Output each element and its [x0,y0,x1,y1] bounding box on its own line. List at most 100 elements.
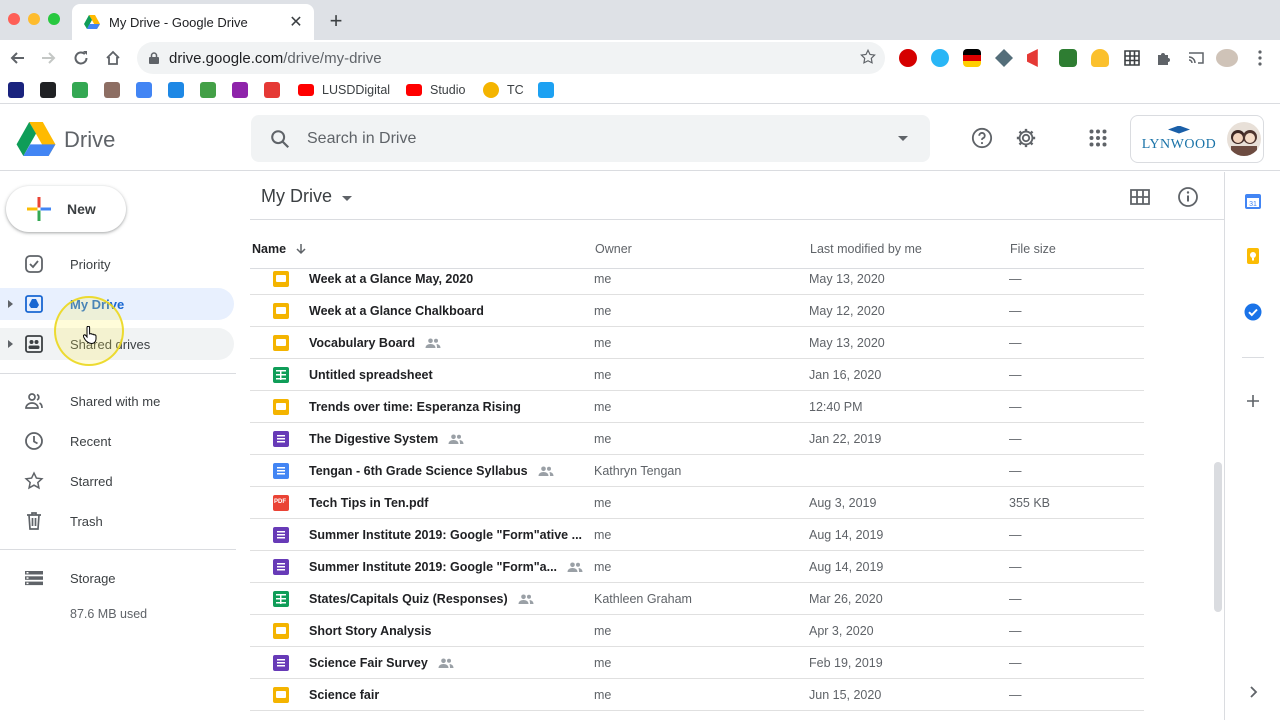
file-row[interactable]: Untitled spreadsheet me Jan 16, 2020 — [250,359,1144,391]
column-header-file-size[interactable]: File size [1010,242,1056,256]
search-bar[interactable]: Search in Drive [251,115,930,162]
info-icon[interactable] [1177,186,1199,208]
sidebar-item-storage[interactable]: Storage [0,562,234,594]
bookmark-star-icon[interactable] [859,48,877,66]
extension-green-icon[interactable] [1059,49,1077,67]
bookmark-item[interactable]: TC [483,81,524,99]
chevron-right-icon[interactable] [1244,683,1262,701]
bookmark-item[interactable] [168,81,192,99]
file-row[interactable]: Summer Institute 2019: Google "Form"a...… [250,551,1144,583]
location-menu[interactable]: My Drive [261,186,352,207]
file-row[interactable]: States/Capitals Quiz (Responses) Kathleen… [250,583,1144,615]
extension-cloud-icon[interactable] [931,49,949,67]
tab-title: My Drive - Google Drive [109,14,248,30]
file-row[interactable]: Week at a Glance May, 2020 me May 13, 2020… [250,263,1144,295]
bookmark-item[interactable] [104,81,128,99]
file-row[interactable]: PDF Tech Tips in Ten.pdf me Aug 3, 2019 355 … [250,487,1144,519]
browser-tab-my-drive[interactable]: My Drive - Google Drive ✕ [72,4,314,40]
file-row[interactable]: Science Fair Survey me Feb 19, 2019 — [250,647,1144,679]
sidebar-item-recent[interactable]: Recent [0,425,234,457]
bookmark-item[interactable] [8,81,32,99]
extension-opera-icon[interactable] [899,49,917,67]
bookmark-label: LUSDDigital [322,83,391,97]
column-header-name[interactable]: Name [252,242,307,256]
address-bar[interactable]: drive.google.com/drive/my-drive [137,42,885,74]
settings-button[interactable] [1014,126,1038,150]
file-row[interactable]: Week at a Glance Chalkboard me May 12, 202… [250,295,1144,327]
forms-file-icon [273,654,289,671]
file-size: — [1009,655,1022,670]
support-button[interactable] [970,126,994,150]
bookmark-item[interactable] [40,81,64,99]
cast-icon[interactable] [1187,49,1205,67]
avatar[interactable] [1227,122,1261,156]
extension-grid-icon[interactable] [1123,49,1141,67]
account-switcher[interactable]: LYNWOOD [1130,115,1264,163]
file-row[interactable]: The Digestive System me Jan 22, 2019 — [250,423,1144,455]
sidebar-item-shared-with-me[interactable]: Shared with me [0,385,234,417]
column-header-owner[interactable]: Owner [595,242,632,256]
expand-caret-icon[interactable] [8,300,13,308]
new-tab-button[interactable]: + [325,8,347,34]
file-row[interactable]: Science fair me Jun 15, 2020 — [250,679,1144,711]
file-name: Tengan - 6th Grade Science Syllabus [309,464,554,478]
bookmark-item[interactable] [200,81,224,99]
drive-wordmark[interactable]: Drive [64,127,115,153]
window-minimize-button[interactable] [28,13,40,25]
file-row[interactable]: Tengan - 6th Grade Science Syllabus Kathr… [250,455,1144,487]
bookmark-item[interactable] [136,81,160,99]
bookmark-item[interactable] [72,81,96,99]
column-header-last-modified[interactable]: Last modified by me [810,242,922,256]
file-row[interactable]: Summer Institute 2019: Google "Form"ativ… [250,519,1144,551]
search-input[interactable]: Search in Drive [307,130,898,148]
sidebar-item-priority[interactable]: Priority [0,248,234,280]
window-zoom-button[interactable] [48,13,60,25]
tasks-icon[interactable] [1244,303,1262,321]
extensions-puzzle-icon[interactable] [1155,49,1173,67]
file-row[interactable]: Trends over time: Esperanza Rising me 12:4… [250,391,1144,423]
sort-arrow-down-icon[interactable] [295,243,307,255]
sidebar-item-trash[interactable]: Trash [0,505,234,537]
search-options-icon[interactable] [898,136,908,141]
file-owner: me [594,303,612,318]
star-icon [24,471,44,490]
calendar-icon[interactable]: 31 [1244,192,1262,210]
c-icon [136,82,152,98]
sidebar-divider [0,373,236,374]
expand-caret-icon[interactable] [8,340,13,348]
file-owner: me [594,335,612,350]
colorful-plus-icon [27,197,51,221]
browser-menu-icon[interactable] [1248,46,1272,70]
drive-logo-icon[interactable] [16,122,56,156]
new-button[interactable]: New [6,186,126,232]
back-button[interactable] [5,46,29,70]
file-row[interactable]: Short Story Analysis me Apr 3, 2020 — [250,615,1144,647]
bookmark-item[interactable]: Studio [406,81,465,99]
bookmark-item[interactable] [538,81,562,99]
keep-icon[interactable] [1244,247,1262,265]
bookmark-item[interactable]: LUSDDigital [298,81,390,99]
file-row[interactable]: Vocabulary Board me May 13, 2020 — [250,327,1144,359]
extension-rocket-icon[interactable] [995,49,1013,67]
window-close-button[interactable] [8,13,20,25]
docs-file-icon [273,462,289,479]
forward-button[interactable] [37,46,61,70]
extension-flag-icon[interactable] [963,49,981,67]
extension-megaphone-icon[interactable] [1027,49,1038,67]
tab-close-icon[interactable]: ✕ [288,12,304,32]
url-host: drive.google.com [169,49,284,67]
google-apps-button[interactable] [1086,126,1110,150]
extension-thumb-icon[interactable] [1091,49,1109,67]
file-owner: me [594,655,612,670]
sidebar-item-starred[interactable]: Starred [0,465,234,497]
add-addon-icon[interactable] [1244,392,1262,410]
bookmark-item[interactable] [232,81,256,99]
bookmark-item[interactable] [264,81,288,99]
profile-avatar-icon[interactable] [1216,49,1238,67]
reload-button[interactable] [69,46,93,70]
clock-icon [25,432,43,450]
home-button[interactable] [101,46,125,70]
scrollbar-thumb[interactable] [1214,462,1222,612]
grid-view-icon[interactable] [1129,186,1151,208]
search-icon[interactable] [269,128,291,150]
